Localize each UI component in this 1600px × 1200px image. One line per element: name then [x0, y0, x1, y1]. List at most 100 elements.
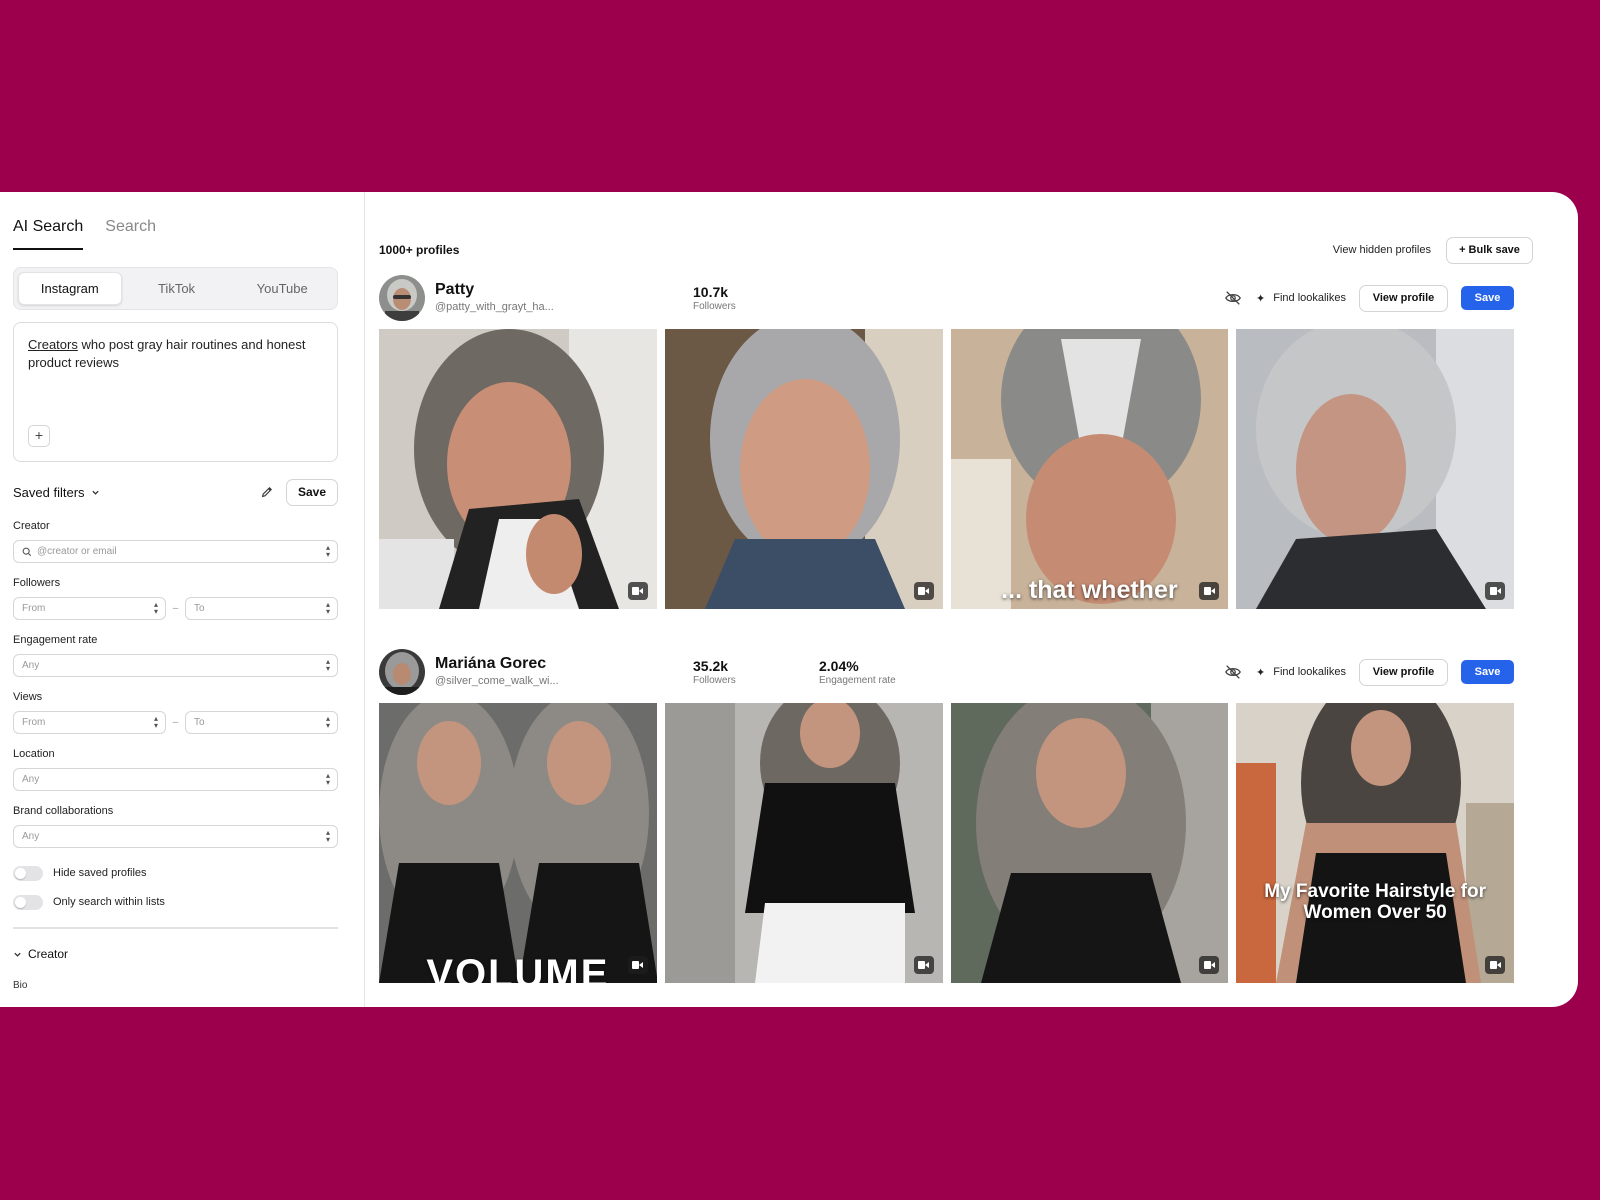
video-icon	[1199, 582, 1220, 600]
avatar[interactable]	[379, 275, 425, 321]
video-icon	[627, 956, 648, 974]
divider	[13, 927, 338, 929]
location-label: Location	[13, 748, 55, 760]
profile-card: Patty @patty_with_grayt_ha... 10.7k Foll…	[379, 274, 1514, 609]
profile-name[interactable]: Mariána Gorec	[435, 655, 546, 673]
followers-stat-label: Followers	[693, 675, 736, 686]
post-thumbnail[interactable]	[1236, 329, 1514, 609]
location-select[interactable]: Any ▴ ▾	[13, 768, 338, 791]
updown-icon: ▴ ▾	[325, 543, 330, 559]
views-from-label: From	[22, 717, 46, 728]
engagement-stat: 2.04% Engagement rate	[819, 658, 896, 686]
save-profile-button[interactable]: Save	[1461, 286, 1514, 310]
video-icon	[913, 956, 934, 974]
tab-youtube[interactable]: YouTube	[231, 272, 333, 305]
view-hidden-profiles-link[interactable]: View hidden profiles	[1333, 244, 1431, 256]
followers-stat: 10.7k Followers	[693, 284, 736, 312]
view-profile-button[interactable]: View profile	[1359, 658, 1448, 686]
platform-tabs: Instagram TikTok YouTube	[13, 267, 338, 310]
sparkle-icon: ✦	[1256, 292, 1266, 305]
saved-filters-label: Saved filters	[13, 484, 85, 500]
hide-saved-toggle[interactable]	[13, 865, 43, 881]
brand-value: Any	[22, 831, 40, 842]
tab-tiktok[interactable]: TikTok	[126, 272, 228, 305]
thumbnail-caption: My Favorite Hairstyle for Women Over 50	[1264, 881, 1486, 923]
tab-instagram[interactable]: Instagram	[18, 272, 122, 305]
views-from-select[interactable]: From ▴ ▾	[13, 711, 166, 734]
bulk-save-button[interactable]: + Bulk save	[1446, 236, 1533, 264]
profile-count: 1000+ profiles	[379, 243, 460, 257]
hide-saved-label: Hide saved profiles	[53, 867, 147, 879]
creator-section-toggle[interactable]: Creator	[13, 947, 338, 961]
find-lookalikes-label: Find lookalikes	[1273, 292, 1346, 304]
post-thumbnail[interactable]: ... that whether	[950, 329, 1229, 609]
avatar[interactable]	[379, 649, 425, 695]
updown-icon: ▴ ▾	[325, 657, 330, 673]
eye-off-icon[interactable]	[1224, 663, 1242, 681]
find-lookalikes-button[interactable]: ✦ Find lookalikes	[1256, 666, 1346, 679]
engagement-select[interactable]: Any ▴ ▾	[13, 654, 338, 677]
updown-icon: ▴ ▾	[153, 714, 158, 730]
views-label: Views	[13, 691, 43, 703]
chevron-down-icon	[14, 952, 21, 957]
hide-saved-toggle-row[interactable]: Hide saved profiles	[13, 865, 338, 881]
post-thumbnails: ... that whether	[379, 329, 1514, 609]
post-thumbnail[interactable]	[379, 329, 657, 609]
post-thumbnail[interactable]	[664, 329, 943, 609]
video-icon	[1199, 956, 1220, 974]
profile-handle: @silver_come_walk_wi...	[435, 675, 559, 687]
app-window: AI Search Search Instagram TikTok YouTub…	[0, 192, 1578, 1007]
save-profile-button[interactable]: Save	[1461, 660, 1514, 684]
only-lists-toggle[interactable]	[13, 894, 43, 910]
thumbnail-caption: VOLUME	[426, 952, 610, 983]
updown-icon: ▴ ▾	[325, 828, 330, 844]
eye-off-icon[interactable]	[1224, 289, 1242, 307]
only-lists-toggle-row[interactable]: Only search within lists	[13, 894, 338, 910]
post-thumbnails: VOLUME My Favorite Hairstyle for Women O…	[379, 703, 1514, 983]
tab-search[interactable]: Search	[105, 218, 156, 250]
post-thumbnail[interactable]: VOLUME	[379, 703, 657, 983]
tab-ai-search[interactable]: AI Search	[13, 218, 84, 250]
post-thumbnail[interactable]: My Favorite Hairstyle for Women Over 50	[1236, 703, 1514, 983]
video-icon	[1485, 956, 1505, 974]
find-lookalikes-button[interactable]: ✦ Find lookalikes	[1256, 292, 1346, 305]
followers-label: Followers	[13, 577, 61, 589]
pencil-icon[interactable]	[260, 485, 274, 499]
followers-to-select[interactable]: To ▴ ▾	[185, 597, 338, 620]
followers-range: From ▴ ▾ – To ▴ ▾	[13, 597, 338, 620]
creator-search-input[interactable]: @creator or email ▴ ▾	[13, 540, 338, 563]
updown-icon: ▴ ▾	[325, 771, 330, 787]
prompt-text: Creators who post gray hair routines and…	[28, 336, 323, 372]
brand-select[interactable]: Any ▴ ▾	[13, 825, 338, 848]
views-to-label: To	[194, 717, 205, 728]
followers-stat: 35.2k Followers	[693, 658, 736, 686]
video-icon	[913, 582, 934, 600]
add-attachment-button[interactable]: +	[28, 425, 50, 447]
video-icon	[627, 582, 648, 600]
post-thumbnail[interactable]	[950, 703, 1229, 983]
post-thumbnail[interactable]	[664, 703, 943, 983]
followers-value: 10.7k	[693, 284, 729, 300]
results-panel: 1000+ profiles View hidden profiles + Bu…	[365, 192, 1578, 1007]
prompt-first-word: Creators	[28, 337, 78, 352]
video-icon	[1485, 582, 1505, 600]
engagement-stat-label: Engagement rate	[819, 675, 896, 686]
creator-section-label: Creator	[28, 947, 69, 961]
thumbnail-caption: ... that whether	[1001, 576, 1178, 604]
location-value: Any	[22, 774, 40, 785]
updown-icon: ▴ ▾	[325, 714, 330, 730]
engagement-value: 2.04%	[819, 658, 859, 674]
saved-filters-dropdown[interactable]: Saved filters	[13, 485, 100, 500]
range-dash: –	[172, 603, 179, 614]
ai-prompt-input[interactable]: Creators who post gray hair routines and…	[13, 322, 338, 462]
find-lookalikes-label: Find lookalikes	[1273, 666, 1346, 678]
views-range: From ▴ ▾ – To ▴ ▾	[13, 711, 338, 734]
view-profile-button[interactable]: View profile	[1359, 284, 1448, 312]
save-filter-button[interactable]: Save	[286, 478, 338, 506]
updown-icon: ▴ ▾	[153, 600, 158, 616]
views-to-select[interactable]: To ▴ ▾	[185, 711, 338, 734]
profile-handle: @patty_with_grayt_ha...	[435, 301, 554, 313]
followers-from-select[interactable]: From ▴ ▾	[13, 597, 166, 620]
profile-name[interactable]: Patty	[435, 281, 474, 299]
followers-stat-label: Followers	[693, 301, 736, 312]
